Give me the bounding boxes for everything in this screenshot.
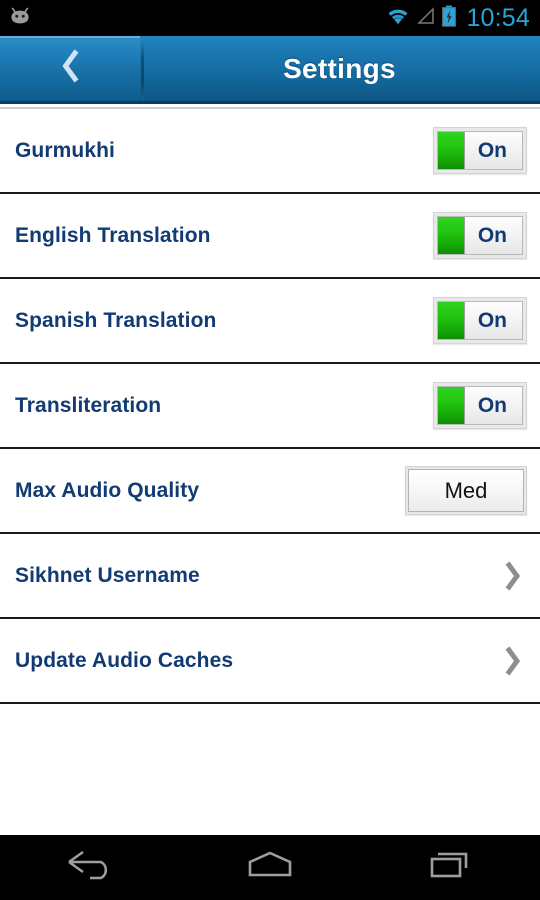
toggle-track: On bbox=[437, 301, 523, 340]
cell-signal-icon bbox=[416, 6, 436, 31]
toggle-english-translation[interactable]: On bbox=[433, 212, 527, 259]
toggle-state-label: On bbox=[477, 393, 508, 417]
status-bar-system-icons: 10:54 bbox=[385, 5, 530, 32]
settings-row-english-translation[interactable]: English Translation On bbox=[0, 194, 540, 279]
settings-row-label: Update Audio Caches bbox=[15, 648, 234, 672]
toggle-transliteration[interactable]: On bbox=[433, 382, 527, 429]
status-bar-notifications bbox=[8, 6, 34, 31]
settings-row-label: Spanish Translation bbox=[15, 308, 217, 332]
settings-row-update-audio-caches[interactable]: Update Audio Caches bbox=[0, 619, 540, 704]
nav-home-button[interactable] bbox=[180, 835, 360, 900]
settings-list: Gurmukhi On English Translation On Spani… bbox=[0, 109, 540, 704]
max-audio-quality-value: Med bbox=[408, 469, 524, 512]
system-navigation-bar bbox=[0, 835, 540, 900]
settings-row-transliteration[interactable]: Transliteration On bbox=[0, 364, 540, 449]
max-audio-quality-button[interactable]: Med bbox=[405, 466, 527, 515]
toggle-track: On bbox=[437, 386, 523, 425]
chevron-left-icon bbox=[59, 49, 81, 88]
toggle-spanish-translation[interactable]: On bbox=[433, 297, 527, 344]
wifi-icon bbox=[385, 6, 411, 31]
home-nav-icon bbox=[242, 848, 298, 887]
toggle-knob bbox=[438, 217, 465, 254]
toggle-gurmukhi[interactable]: On bbox=[433, 127, 527, 174]
toggle-knob bbox=[438, 387, 465, 424]
settings-row-label: English Translation bbox=[15, 223, 211, 247]
back-button[interactable] bbox=[0, 36, 140, 101]
page-title: Settings bbox=[283, 52, 396, 84]
toggle-state-label: On bbox=[477, 138, 508, 162]
recents-nav-icon bbox=[424, 848, 476, 887]
action-bar: Settings bbox=[0, 36, 540, 104]
toggle-state-label: On bbox=[477, 308, 508, 332]
settings-row-label: Max Audio Quality bbox=[15, 478, 200, 502]
back-nav-icon bbox=[63, 848, 117, 887]
settings-row-spanish-translation[interactable]: Spanish Translation On bbox=[0, 279, 540, 364]
toggle-track: On bbox=[437, 216, 523, 255]
settings-row-sikhnet-username[interactable]: Sikhnet Username bbox=[0, 534, 540, 619]
toggle-track: On bbox=[437, 131, 523, 170]
settings-row-label: Transliteration bbox=[15, 393, 162, 417]
chevron-right-icon bbox=[500, 646, 526, 676]
toggle-state-label: On bbox=[477, 223, 508, 247]
settings-row-label: Gurmukhi bbox=[15, 138, 115, 162]
android-settings-screen: 10:54 Settings Gurmukhi On English Trans… bbox=[0, 0, 540, 900]
nav-back-button[interactable] bbox=[0, 835, 180, 900]
toggle-knob bbox=[438, 132, 465, 169]
settings-row-label: Sikhnet Username bbox=[15, 563, 200, 587]
nav-recents-button[interactable] bbox=[360, 835, 540, 900]
settings-row-gurmukhi[interactable]: Gurmukhi On bbox=[0, 109, 540, 194]
android-head-icon bbox=[8, 6, 34, 31]
status-bar-clock: 10:54 bbox=[466, 3, 530, 32]
status-bar: 10:54 bbox=[0, 0, 540, 36]
battery-charging-icon bbox=[441, 5, 457, 32]
settings-row-max-audio-quality[interactable]: Max Audio Quality Med bbox=[0, 449, 540, 534]
chevron-right-icon bbox=[500, 561, 526, 591]
toggle-knob bbox=[438, 302, 465, 339]
back-button-highlight bbox=[0, 36, 140, 38]
